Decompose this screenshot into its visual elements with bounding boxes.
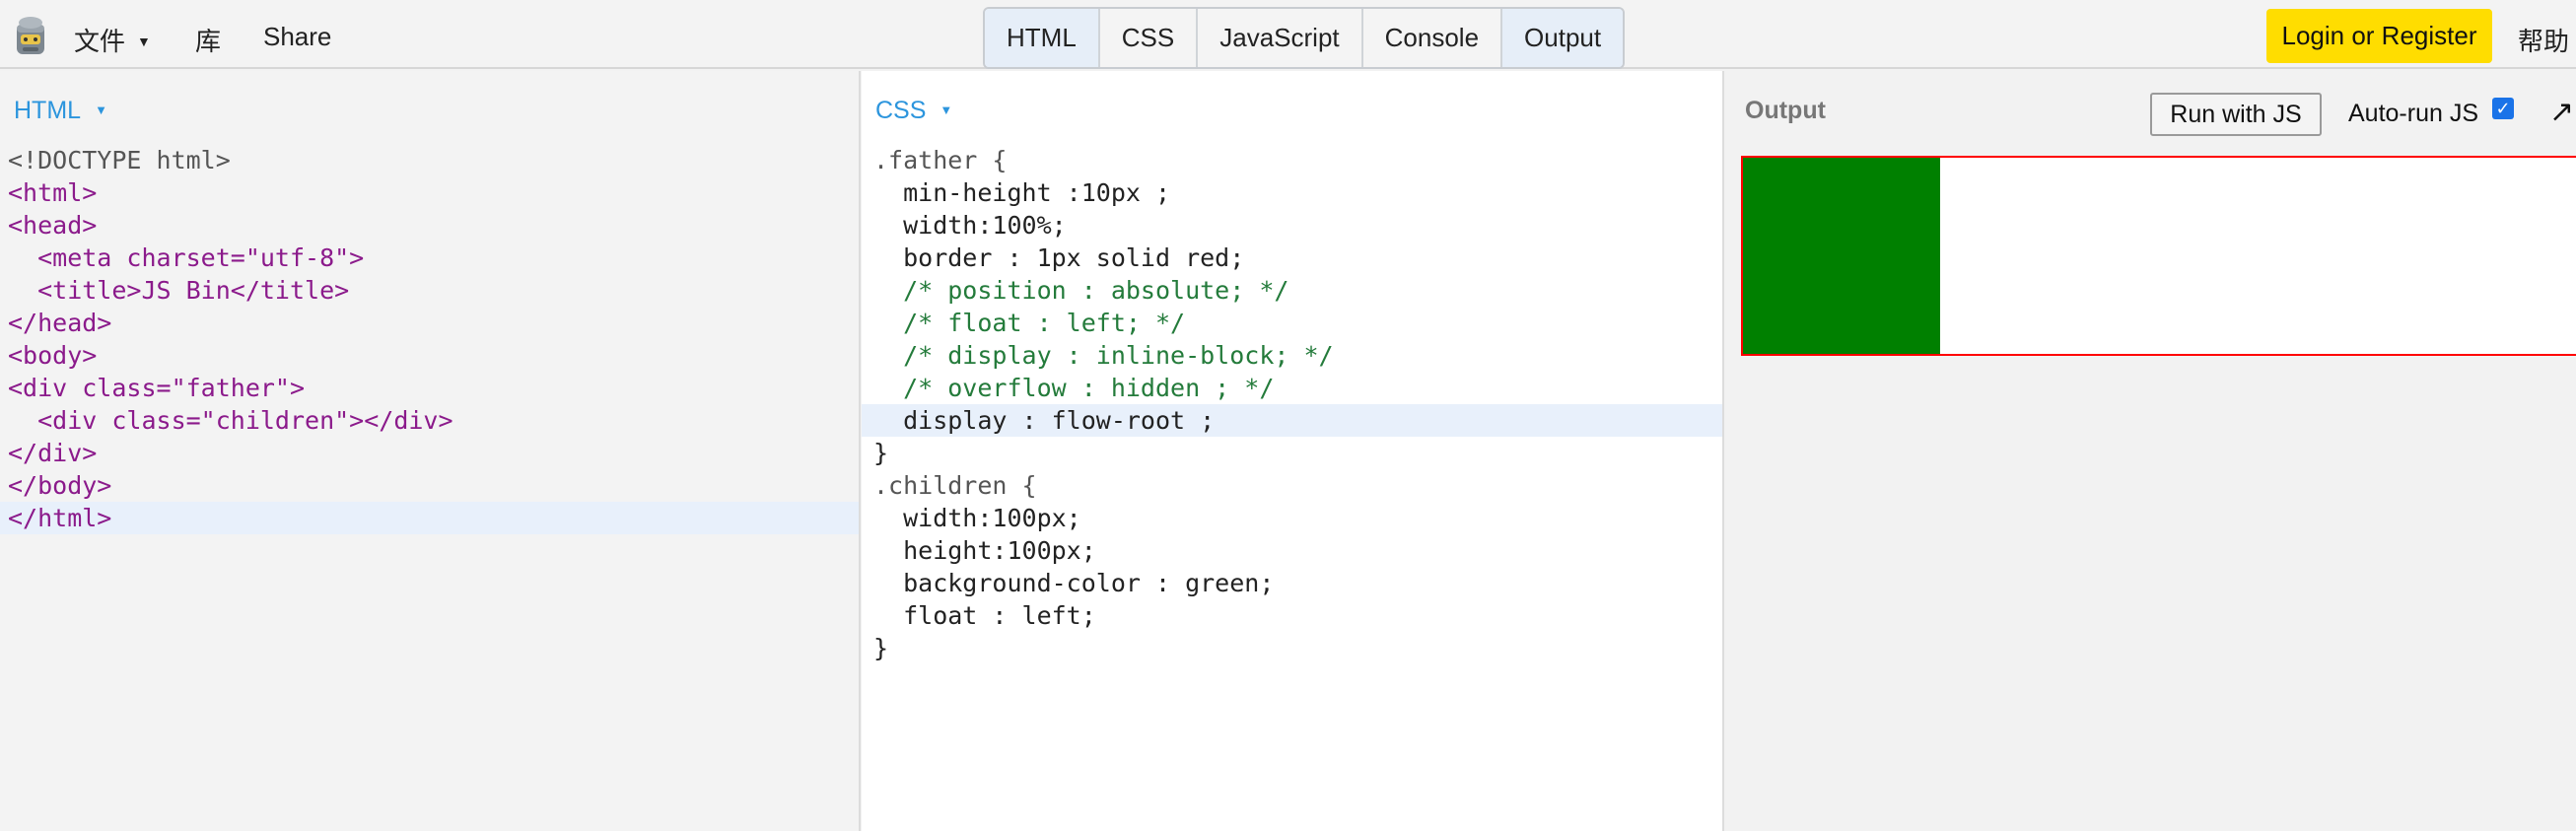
- toggle-css[interactable]: CSS: [1099, 9, 1199, 67]
- code-text: }: [873, 634, 889, 662]
- code-text: <meta charset="utf-8">: [8, 243, 365, 272]
- code-text: .father {: [873, 146, 1008, 174]
- code-line: <title>JS Bin</title>: [0, 274, 859, 307]
- code-line: <!DOCTYPE html>: [0, 144, 859, 176]
- output-panel-label: Output: [1745, 97, 1826, 124]
- code-text: </div>: [8, 439, 98, 467]
- code-line: float : left;: [862, 599, 1722, 632]
- code-line: /* float : left; */: [862, 307, 1722, 339]
- toggle-javascript[interactable]: JavaScript: [1198, 9, 1363, 67]
- popout-arrow-icon[interactable]: ↗: [2549, 95, 2574, 129]
- toggle-console[interactable]: Console: [1362, 9, 1503, 67]
- code-line: /* overflow : hidden ; */: [862, 372, 1722, 404]
- code-line: <div class="children"></div>: [0, 404, 859, 437]
- code-line: .father {: [862, 144, 1722, 176]
- library-menu[interactable]: 库: [195, 22, 221, 58]
- code-text: .children {: [873, 471, 1037, 500]
- code-line: width:100px;: [862, 502, 1722, 534]
- autorun-checkbox[interactable]: ✓: [2492, 98, 2514, 119]
- jsbin-logo-icon[interactable]: [13, 15, 48, 58]
- top-toolbar: 文件 ▼ 库 Share HTML CSS JavaScript Console …: [0, 0, 2576, 69]
- code-text: <body>: [8, 341, 98, 370]
- code-line: }: [862, 632, 1722, 664]
- code-text: min-height :10px ;: [873, 178, 1171, 207]
- code-line: </body>: [0, 469, 859, 502]
- autorun-label: Auto-run JS: [2348, 100, 2479, 127]
- caret-down-icon: ▼: [940, 103, 953, 117]
- code-line: }: [862, 437, 1722, 469]
- code-line: <meta charset="utf-8">: [0, 242, 859, 274]
- code-line: /* position : absolute; */: [862, 274, 1722, 307]
- code-line: <div class="father">: [0, 372, 859, 404]
- code-comment: /* position : absolute; */: [873, 276, 1289, 305]
- code-line: <html>: [0, 176, 859, 209]
- code-text: background-color : green;: [873, 569, 1275, 597]
- code-comment: /* overflow : hidden ; */: [873, 374, 1275, 402]
- code-line: <body>: [0, 339, 859, 372]
- file-menu[interactable]: 文件 ▼: [74, 22, 151, 58]
- code-text: <html>: [8, 178, 98, 207]
- code-text: height:100px;: [873, 536, 1096, 565]
- caret-down-icon: ▼: [95, 103, 107, 117]
- code-line: .children {: [862, 469, 1722, 502]
- code-text: }: [873, 439, 889, 467]
- code-text: </html>: [8, 504, 112, 532]
- html-panel-label-text: HTML: [14, 97, 82, 124]
- html-editor-panel: HTML ▼ <!DOCTYPE html> <html> <head> <met…: [0, 71, 861, 831]
- code-text: width:100%;: [873, 211, 1067, 240]
- code-line: background-color : green;: [862, 567, 1722, 599]
- code-line: border : 1px solid red;: [862, 242, 1722, 274]
- code-line: /* display : inline-block; */: [862, 339, 1722, 372]
- code-text: <head>: [8, 211, 98, 240]
- output-father-box: [1741, 156, 2576, 356]
- code-text: <!DOCTYPE html>: [8, 146, 231, 174]
- code-line: height:100px;: [862, 534, 1722, 567]
- code-text: </body>: [8, 471, 112, 500]
- toggle-html[interactable]: HTML: [985, 9, 1100, 67]
- code-line-active: </html>: [0, 502, 859, 534]
- login-register-button[interactable]: Login or Register: [2266, 9, 2492, 63]
- code-text: width:100px;: [873, 504, 1081, 532]
- share-menu[interactable]: Share: [263, 22, 331, 52]
- code-text: <div class="father">: [8, 374, 306, 402]
- caret-down-icon: ▼: [137, 34, 151, 49]
- css-code-editor[interactable]: .father { min-height :10px ; width:100%;…: [862, 144, 1722, 664]
- code-line: min-height :10px ;: [862, 176, 1722, 209]
- code-text: <title>JS Bin</title>: [8, 276, 350, 305]
- html-code-editor[interactable]: <!DOCTYPE html> <html> <head> <meta char…: [0, 144, 859, 534]
- code-text: <div class="children"></div>: [8, 406, 453, 435]
- code-line: </head>: [0, 307, 859, 339]
- output-children-box: [1743, 158, 1940, 354]
- output-panel: Output Run with JS Auto-run JS ✓ ↗: [1725, 71, 2576, 831]
- toggle-output[interactable]: Output: [1502, 9, 1624, 67]
- html-panel-label[interactable]: HTML ▼: [14, 97, 107, 125]
- run-with-js-button[interactable]: Run with JS: [2150, 93, 2322, 136]
- code-text: </head>: [8, 309, 112, 337]
- code-text: display : flow-root ;: [873, 406, 1216, 435]
- code-line-active: display : flow-root ;: [862, 404, 1722, 437]
- code-comment: /* float : left; */: [873, 309, 1186, 337]
- code-line: width:100%;: [862, 209, 1722, 242]
- code-line: </div>: [0, 437, 859, 469]
- css-panel-label[interactable]: CSS ▼: [875, 97, 952, 125]
- panel-toggle-group: HTML CSS JavaScript Console Output: [983, 7, 1626, 69]
- css-panel-label-text: CSS: [875, 97, 927, 124]
- code-text: float : left;: [873, 601, 1096, 630]
- css-editor-panel: CSS ▼ .father { min-height :10px ; width:…: [862, 71, 1724, 831]
- file-menu-label: 文件: [74, 27, 126, 56]
- code-text: border : 1px solid red;: [873, 243, 1245, 272]
- code-line: <head>: [0, 209, 859, 242]
- code-comment: /* display : inline-block; */: [873, 341, 1334, 370]
- help-menu[interactable]: 帮助: [2518, 22, 2569, 58]
